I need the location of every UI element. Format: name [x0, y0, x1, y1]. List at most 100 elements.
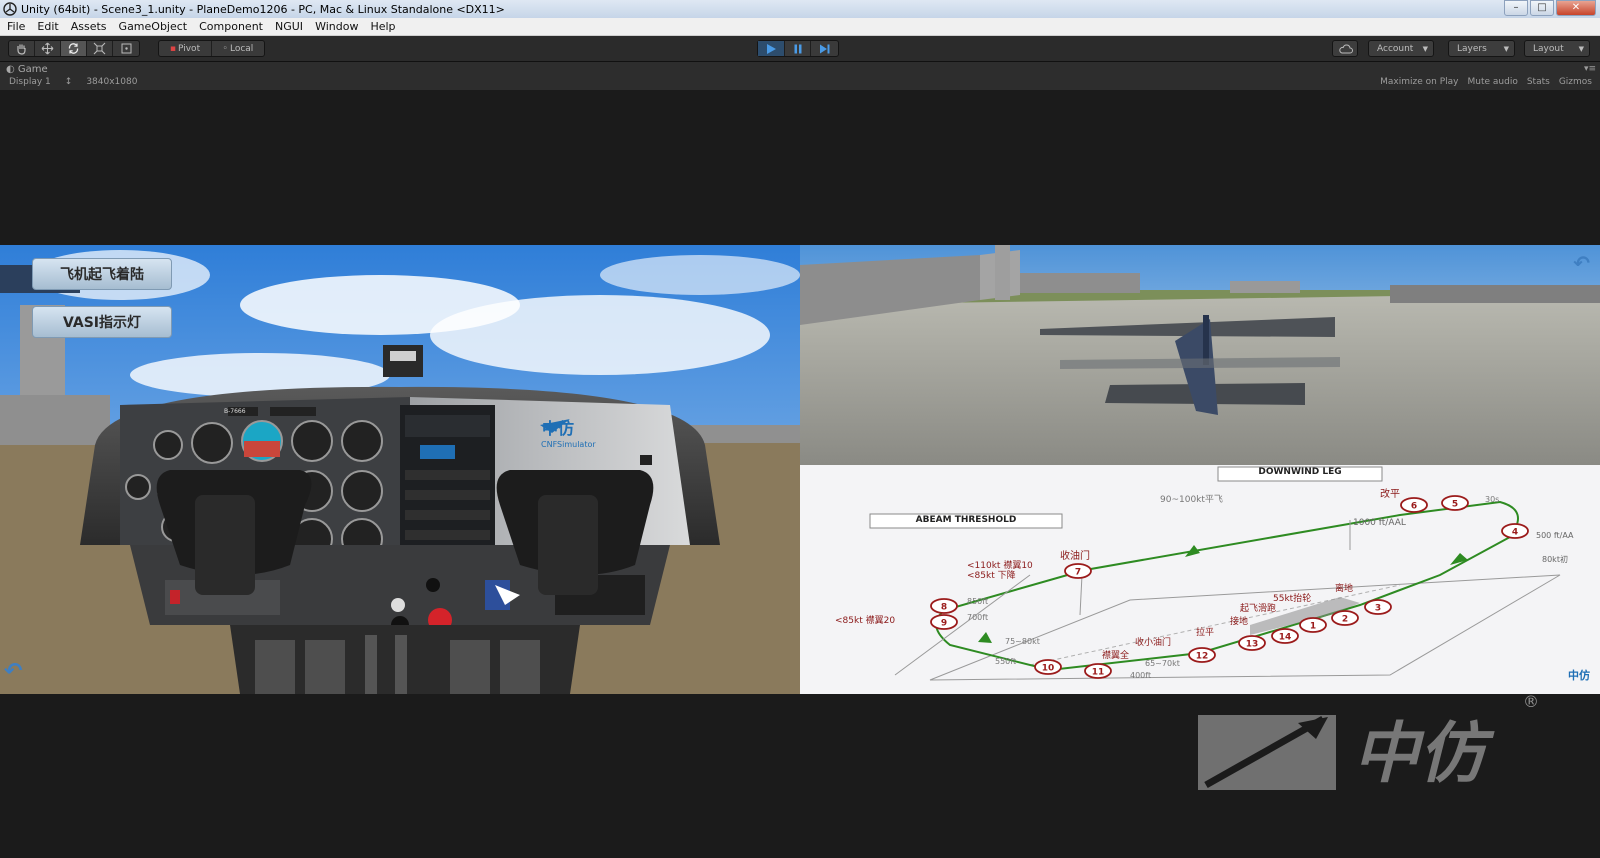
waypoint-number: 1 — [1310, 622, 1316, 632]
label-65-70kt: 65~70kt — [1145, 659, 1180, 668]
pivot-label: Pivot — [178, 43, 201, 54]
label-90-100kt: 90~100kt平飞 — [1160, 495, 1223, 505]
label-85kt-flaps20: <85kt 襟翼20 — [835, 616, 896, 626]
registered-mark: ® — [1523, 692, 1539, 711]
layers-dropdown[interactable]: Layers ▼ — [1448, 40, 1515, 57]
back-icon[interactable]: ↶ — [1573, 251, 1590, 275]
label-full-flaps: 襟翼全 — [1102, 651, 1130, 661]
label-75-80kt: 75~80kt — [1005, 637, 1040, 646]
minimize-button[interactable]: – — [1504, 0, 1528, 16]
unity-logo-icon — [3, 2, 17, 16]
waypoint-number: 7 — [1075, 568, 1081, 578]
stats-toggle[interactable]: Stats — [1527, 77, 1550, 87]
hand-tool-icon[interactable] — [9, 41, 35, 56]
step-button[interactable] — [811, 41, 838, 56]
account-label: Account — [1377, 43, 1414, 54]
waypoint-number: 9 — [941, 619, 947, 629]
label-700ft: 700ft — [967, 613, 989, 622]
label-550ft: 550ft — [995, 657, 1017, 666]
menu-help[interactable]: Help — [370, 20, 395, 33]
waypoint-marker: 3 — [1364, 599, 1392, 615]
waypoint-marker: 7 — [1064, 563, 1092, 579]
pivot-toggle-group: ▪ Pivot ◦ Local — [158, 40, 265, 57]
rect-tool-icon[interactable] — [113, 41, 139, 56]
cloud-icon — [1339, 44, 1353, 53]
waypoint-number: 13 — [1246, 640, 1259, 650]
split-right-view: ↶ 1 2 3 4 5 6 7 8 9 10 11 12 13 14 DOWNWIND LEG ABEAM… — [800, 245, 1600, 694]
label-85kt-descend: <85kt 下降 — [967, 571, 1016, 581]
pause-button[interactable] — [785, 41, 812, 56]
close-button[interactable]: ✕ — [1556, 0, 1596, 16]
waypoint-marker: 2 — [1331, 610, 1359, 626]
layout-label: Layout — [1533, 43, 1564, 54]
waypoint-marker: 13 — [1238, 635, 1266, 651]
panel-menu-icon[interactable]: ▾≡ — [1584, 64, 1596, 74]
cloud-button[interactable] — [1332, 40, 1358, 57]
menu-component[interactable]: Component — [199, 20, 263, 33]
game-panel-header: ◐ Game ▾≡ Display 1 ↕ 3840x1080 Maximize… — [0, 62, 1600, 90]
label-850ft: 850ft — [967, 597, 989, 606]
main-toolbar: ▪ Pivot ◦ Local Account ▼ Layers ▼ Layout ▼ — [0, 36, 1600, 62]
playback-controls — [757, 40, 839, 57]
account-dropdown[interactable]: Account ▼ — [1368, 40, 1434, 57]
resolution-select[interactable]: 3840x1080 — [86, 77, 137, 87]
chevron-down-icon: ▼ — [1578, 44, 1584, 53]
label-80kt: 80kt初 — [1542, 555, 1568, 564]
menu-window[interactable]: Window — [315, 20, 358, 33]
waypoint-number: 12 — [1196, 652, 1209, 662]
play-button[interactable] — [758, 41, 785, 56]
game-tab-label: Game — [17, 64, 48, 75]
downwind-leg-label: DOWNWIND LEG — [1258, 467, 1342, 477]
vasi-lights-button[interactable]: VASI指示灯 — [32, 306, 172, 338]
abeam-threshold-label: ABEAM THRESHOLD — [915, 515, 1017, 525]
menu-assets[interactable]: Assets — [71, 20, 107, 33]
diagram-logo: 中仿 — [1568, 669, 1590, 682]
menu-edit[interactable]: Edit — [37, 20, 58, 33]
waypoint-marker: 6 — [1400, 497, 1428, 513]
back-icon[interactable]: ↶ — [4, 659, 22, 684]
label-reduce-throttle: 收小油门 — [1135, 638, 1172, 648]
label-touchdown: 接地 — [1230, 617, 1249, 627]
layout-dropdown[interactable]: Layout ▼ — [1524, 40, 1590, 57]
waypoint-marker: 9 — [930, 614, 958, 630]
external-camera-scene — [800, 245, 1600, 465]
local-toggle[interactable]: ◦ Local — [212, 41, 264, 56]
menu-ngui[interactable]: NGUI — [275, 20, 303, 33]
rotate-tool-icon[interactable] — [61, 41, 87, 56]
waypoint-number: 6 — [1411, 502, 1417, 512]
gizmos-dropdown[interactable]: Gizmos — [1559, 77, 1592, 87]
label-1000ft: 1000 ft/AAL — [1353, 518, 1406, 528]
waypoint-marker: 5 — [1441, 495, 1469, 511]
move-tool-icon[interactable] — [35, 41, 61, 56]
panel-logo: 中仿 — [542, 419, 575, 438]
maximize-button[interactable]: □ — [1530, 0, 1554, 16]
cockpit-view[interactable]: 飞机起飞着陆 VASI指示灯 中仿 CNFSimulator B-7666 ↶ — [0, 245, 800, 694]
pivot-toggle[interactable]: ▪ Pivot — [159, 41, 212, 56]
label-500ft: 500 ft/AA — [1536, 531, 1574, 540]
tab-game[interactable]: ◐ Game — [6, 64, 48, 75]
waypoint-marker: 10 — [1034, 659, 1062, 675]
window-titlebar: Unity (64bit) - Scene3_1.unity - PlaneDe… — [0, 0, 1600, 18]
watermark-text: 中仿 — [1353, 715, 1485, 792]
waypoint-number: 5 — [1452, 500, 1458, 510]
maximize-on-play-toggle[interactable]: Maximize on Play — [1380, 77, 1458, 87]
waypoint-number: 10 — [1042, 664, 1055, 674]
menu-file[interactable]: File — [7, 20, 25, 33]
transform-tools — [8, 40, 140, 57]
display-select[interactable]: Display 1 — [9, 77, 51, 87]
game-tab-icon: ◐ — [6, 64, 15, 75]
takeoff-landing-button[interactable]: 飞机起飞着陆 — [32, 258, 172, 290]
waypoint-number: 11 — [1092, 668, 1105, 678]
label-takeoff-roll: 起飞滑跑 — [1240, 604, 1277, 614]
waypoint-marker: 12 — [1188, 647, 1216, 663]
label-flare: 拉平 — [1196, 628, 1215, 638]
step-icon — [819, 44, 830, 53]
mute-audio-toggle[interactable]: Mute audio — [1468, 77, 1518, 87]
waypoint-marker: 1 — [1299, 617, 1327, 633]
pause-icon — [794, 44, 801, 53]
label-throttle-back: 收油门 — [1060, 551, 1090, 562]
game-view[interactable]: 飞机起飞着陆 VASI指示灯 中仿 CNFSimulator B-7666 ↶ — [0, 90, 1600, 858]
menu-bar: File Edit Assets GameObject Component NG… — [0, 18, 1600, 36]
scale-tool-icon[interactable] — [87, 41, 113, 56]
menu-gameobject[interactable]: GameObject — [119, 20, 188, 33]
